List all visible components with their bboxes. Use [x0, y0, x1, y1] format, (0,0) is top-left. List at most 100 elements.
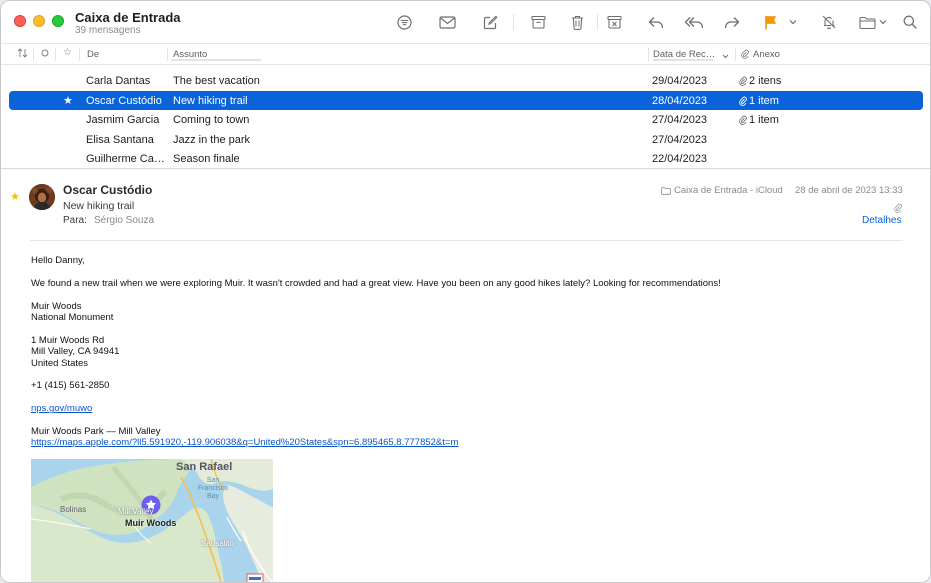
- minimize-window-button[interactable]: [33, 15, 45, 27]
- map-label-bolinas: Bolinas: [60, 505, 87, 514]
- recipient[interactable]: Sérgio Souza: [94, 215, 154, 226]
- message-row[interactable]: Carla Dantas The best vacation 29/04/2023 2…: [9, 71, 923, 91]
- message-count: 39 mensagens: [75, 25, 141, 36]
- junk-icon: [606, 15, 622, 29]
- envelope-icon: [438, 15, 456, 29]
- row-attachment-count: 2 itens: [749, 75, 782, 87]
- map-title: Muir Woods Park — Mill Valley: [31, 426, 161, 437]
- trash-icon: [571, 15, 583, 30]
- to-label: Para:: [63, 215, 87, 226]
- row-subject: Jazz in the park: [173, 133, 251, 146]
- reply-all-button[interactable]: [682, 12, 706, 32]
- search-button[interactable]: [901, 12, 919, 32]
- paperclip-icon: [739, 76, 747, 86]
- row-attachment-count: 1 item: [749, 114, 779, 126]
- row-date: 22/04/2023: [652, 153, 708, 165]
- get-mail-button[interactable]: [437, 12, 457, 32]
- search-icon: [903, 15, 917, 29]
- row-date: 27/04/2023: [652, 114, 708, 126]
- message-date: 28 de abril de 2023 13:33: [795, 185, 903, 196]
- sender-name: Oscar Custódio: [63, 183, 153, 197]
- row-from: Oscar Custódio: [86, 94, 162, 107]
- body-paragraph: We found a new trail when we were explor…: [31, 277, 721, 289]
- filter-icon: [396, 14, 412, 30]
- paperclip-icon: [739, 115, 747, 125]
- message-list: Carla Dantas The best vacation 29/04/2023 2…: [1, 59, 930, 169]
- map-label-sausalito: Sausalito: [201, 539, 234, 548]
- chevron-down-icon: [789, 20, 797, 25]
- row-date: 27/04/2023: [652, 133, 708, 146]
- flag-menu-button[interactable]: [787, 12, 799, 32]
- reply-all-icon: [684, 16, 703, 28]
- star-column-icon: ☆: [63, 47, 72, 58]
- compose-button[interactable]: [481, 12, 499, 32]
- row-from: Carla Dantas: [86, 75, 151, 87]
- forward-button[interactable]: [722, 12, 742, 32]
- star-icon[interactable]: ★: [63, 94, 73, 107]
- chevron-down-icon: [879, 20, 887, 25]
- message-body: Hello Danny, We found a new trail when w…: [31, 255, 891, 449]
- delete-button[interactable]: [568, 12, 586, 32]
- message-viewer: ★ Oscar Custódio New hiking trail Para: …: [1, 169, 930, 582]
- forward-icon: [725, 16, 740, 28]
- sort-icon: [17, 48, 28, 58]
- row-date: 29/04/2023: [652, 75, 708, 87]
- greeting: Hello Danny,: [31, 255, 85, 266]
- mailbox-title: Caixa de Entrada: [75, 10, 181, 25]
- reply-icon: [648, 16, 663, 28]
- compose-icon: [483, 15, 498, 29]
- address-line: United States: [31, 357, 89, 369]
- divider: [30, 240, 903, 241]
- map-label-muir-woods: Muir Woods: [125, 518, 177, 528]
- map-image[interactable]: San Rafael San Francisco Bay Mill Valley…: [31, 459, 273, 582]
- address-line: Mill Valley, CA 94941: [31, 346, 120, 358]
- details-link[interactable]: Detalhes: [862, 215, 901, 226]
- map-label-mill-valley: Mill Valley: [118, 507, 154, 516]
- row-subject: New hiking trail: [173, 94, 248, 107]
- website-link[interactable]: nps.gov/muwo: [31, 403, 92, 414]
- close-window-button[interactable]: [14, 15, 26, 27]
- row-attachment: 1 item: [739, 114, 779, 126]
- folder-icon: [661, 186, 671, 195]
- junk-button[interactable]: [605, 12, 623, 32]
- star-icon: ★: [10, 191, 20, 203]
- row-attachment: 2 itens: [739, 75, 781, 87]
- star-column[interactable]: ☆: [63, 47, 72, 58]
- message-subject: New hiking trail: [63, 200, 135, 212]
- mailbox-location-label: Caixa de Entrada - iCloud: [674, 185, 783, 196]
- row-subject: The best vacation: [173, 75, 260, 87]
- message-row[interactable]: Elisa Santana Jazz in the park 27/04/2023: [9, 130, 923, 150]
- map-label-san-rafael: San Rafael: [176, 461, 233, 473]
- message-row[interactable]: Guilherme Ca… Season finale 22/04/2023: [9, 149, 923, 169]
- place-name: Muir Woods: [31, 300, 82, 312]
- message-row[interactable]: Jasmim Garcia Coming to town 27/04/2023 1 i…: [9, 110, 923, 130]
- row-subject: Season finale: [173, 153, 240, 165]
- folder-icon: [859, 16, 876, 29]
- mute-button[interactable]: [819, 12, 839, 32]
- filter-button[interactable]: [395, 12, 413, 32]
- reply-button[interactable]: [646, 12, 666, 32]
- row-attachment-count: 1 item: [749, 94, 779, 107]
- archive-button[interactable]: [529, 12, 547, 32]
- row-date: 28/04/2023: [652, 94, 708, 107]
- avatar: [29, 184, 55, 210]
- row-from: Guilherme Ca…: [86, 153, 165, 165]
- paperclip-icon: [739, 96, 747, 106]
- mailbox-location: Caixa de Entrada - iCloud: [661, 185, 783, 196]
- phone-number: +1 (415) 561-2850: [31, 380, 110, 392]
- row-attachment: 1 item: [739, 95, 779, 107]
- flag-icon: [764, 15, 776, 29]
- move-to-mailbox-button[interactable]: [858, 12, 888, 32]
- row-from: Elisa Santana: [86, 133, 154, 146]
- flag-button[interactable]: [761, 12, 779, 32]
- message-row[interactable]: ★ Oscar Custódio New hiking trail 28/04/202…: [9, 90, 923, 110]
- toolbar: Caixa de Entrada 39 mensagens: [1, 1, 930, 43]
- mail-window: Caixa de Entrada 39 mensagens ☆ De Assun…: [0, 0, 931, 583]
- row-from: Jasmim Garcia: [86, 114, 160, 126]
- place-type: National Monument: [31, 312, 114, 323]
- zoom-window-button[interactable]: [52, 15, 64, 27]
- partial-row: [1, 59, 930, 67]
- archive-icon: [530, 15, 546, 29]
- map-url-link[interactable]: https://maps.apple.com/?ll5.591920,-119.…: [31, 437, 458, 448]
- map-label-bay: San Francisco Bay: [197, 477, 229, 500]
